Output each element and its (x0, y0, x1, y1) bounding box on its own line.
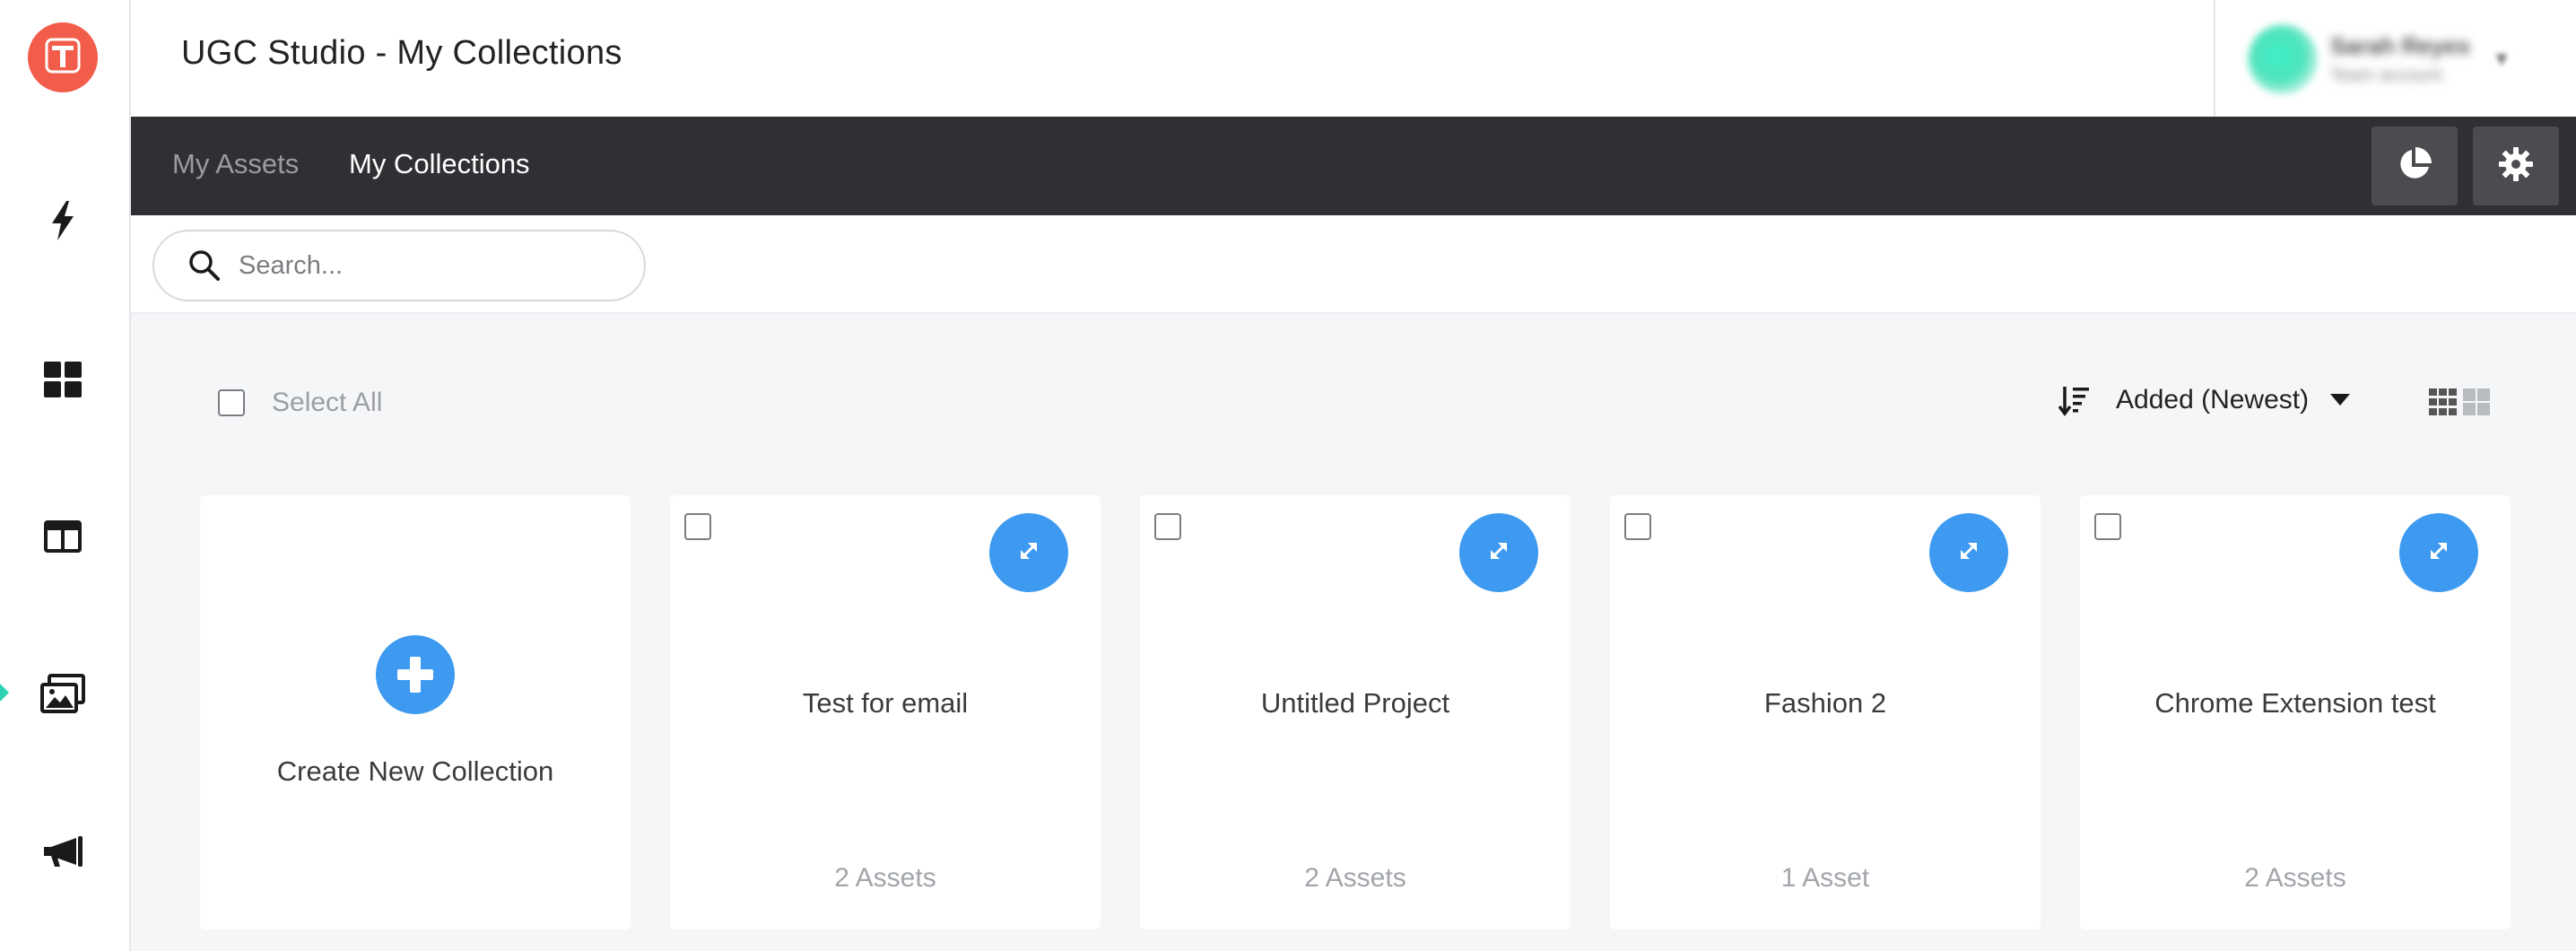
plus-icon (376, 635, 455, 714)
gear-icon (2498, 146, 2534, 187)
sort-dropdown[interactable]: Added (Newest) (2058, 384, 2351, 416)
sidebar-item-automation[interactable] (40, 198, 85, 243)
expand-button[interactable] (2399, 513, 2478, 592)
search-row (131, 215, 2576, 314)
user-name: Sarah Reyes (2330, 32, 2471, 59)
collection-checkbox[interactable] (2094, 513, 2121, 540)
logo-t-icon (39, 32, 86, 83)
megaphone-icon (40, 834, 85, 870)
search-box[interactable] (152, 230, 646, 301)
create-collection-label: Create New Collection (276, 755, 554, 787)
expand-icon (1955, 537, 1982, 569)
analytics-button[interactable] (2371, 127, 2458, 205)
header-divider (2214, 0, 2215, 117)
chevron-down-icon: ▼ (2492, 48, 2511, 70)
caret-down-icon (2330, 394, 2351, 406)
sidebar-item-layouts[interactable] (40, 514, 85, 559)
collection-asset-count: 2 Assets (834, 863, 936, 893)
tab-my-collections[interactable]: My Collections (349, 148, 530, 180)
app-logo[interactable] (28, 22, 98, 92)
sidebar-item-campaigns[interactable] (40, 830, 85, 875)
layout-icon (44, 520, 82, 553)
collection-checkbox[interactable] (1624, 513, 1651, 540)
avatar (2248, 24, 2318, 94)
pie-chart-icon (2397, 146, 2432, 187)
collection-title: Untitled Project (1260, 687, 1450, 719)
collection-title: Fashion 2 (1763, 687, 1887, 719)
expand-button[interactable] (989, 513, 1068, 592)
collection-checkbox[interactable] (684, 513, 711, 540)
select-all[interactable]: Select All (218, 388, 382, 418)
collection-card[interactable]: Fashion 2 1 Asset (1610, 495, 2041, 929)
collection-title: Test for email (802, 687, 969, 719)
create-collection-card[interactable]: Create New Collection (200, 495, 631, 929)
collection-checkbox[interactable] (1154, 513, 1181, 540)
search-icon (188, 249, 221, 282)
search-input[interactable] (239, 250, 579, 281)
expand-icon (2425, 537, 2452, 569)
select-all-checkbox[interactable] (218, 389, 245, 416)
sidebar-item-media-library[interactable] (40, 671, 85, 716)
collection-asset-count: 2 Assets (1304, 863, 1406, 893)
collection-card[interactable]: Chrome Extension test 2 Assets (2080, 495, 2511, 929)
page-title: UGC Studio - My Collections (181, 34, 622, 72)
collection-title: Chrome Extension test (2154, 687, 2436, 719)
sort-icon (2058, 384, 2091, 416)
expand-icon (1485, 537, 1512, 569)
sidebar-item-dashboard[interactable] (40, 357, 85, 402)
select-all-label: Select All (272, 388, 383, 417)
view-toggle (2429, 388, 2490, 415)
collection-card[interactable]: Untitled Project 2 Assets (1140, 495, 1571, 929)
sidebar (0, 0, 131, 951)
grid-large-view-icon[interactable] (2463, 388, 2490, 415)
tab-bar: My Assets My Collections (131, 117, 2576, 215)
collection-asset-count: 1 Asset (1780, 863, 1870, 893)
image-gallery-icon (40, 674, 85, 713)
lightning-icon (49, 201, 76, 240)
expand-button[interactable] (1929, 513, 2008, 592)
top-header: UGC Studio - My Collections Sarah Reyes … (131, 0, 2576, 117)
settings-button[interactable] (2473, 127, 2559, 205)
user-info: Sarah Reyes Team account (2330, 32, 2470, 86)
tab-my-assets[interactable]: My Assets (172, 148, 299, 180)
grid-icon (44, 362, 82, 397)
expand-icon (1015, 537, 1042, 569)
user-subtitle: Team account (2330, 65, 2442, 85)
user-menu[interactable]: Sarah Reyes Team account ▼ (2248, 16, 2553, 102)
active-nav-marker (0, 684, 9, 702)
grid-small-view-icon[interactable] (2429, 388, 2458, 415)
collection-card[interactable]: Test for email 2 Assets (670, 495, 1101, 929)
sort-label: Added (Newest) (2116, 385, 2310, 414)
expand-button[interactable] (1459, 513, 1538, 592)
collection-asset-count: 2 Assets (2244, 863, 2346, 893)
